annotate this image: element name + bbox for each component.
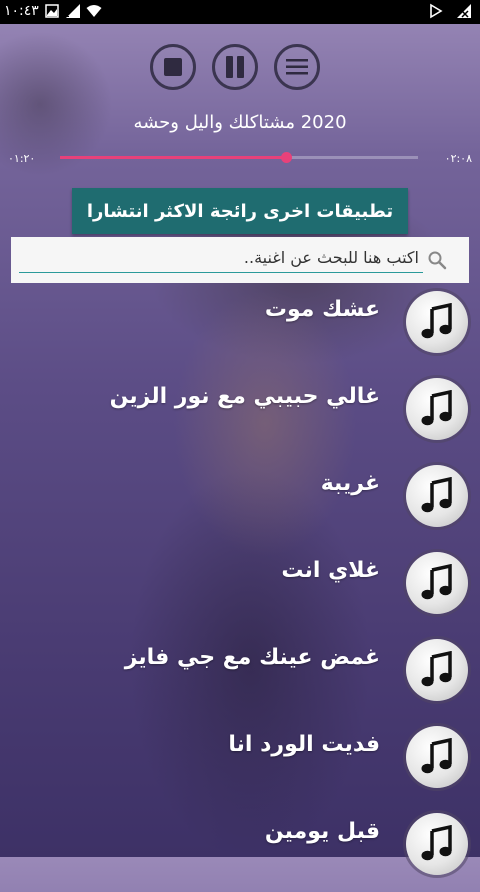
pause-button[interactable]: [212, 44, 258, 90]
song-title: قبل يومين: [264, 819, 380, 844]
song-title: فديت الورد انا: [228, 732, 380, 757]
seek-bar-thumb[interactable]: [280, 152, 292, 163]
music-note-icon: [406, 378, 468, 440]
music-note-icon: [406, 726, 468, 788]
song-list-item[interactable]: فديت الورد انا: [0, 718, 480, 805]
status-time: ١٠:٤٣: [4, 3, 39, 19]
pause-icon: [226, 56, 244, 78]
image-icon: [45, 4, 59, 18]
total-time: ٠٢:٠٨: [444, 152, 472, 165]
song-title: غلاي انت: [281, 558, 380, 583]
song-list: عشك موت غالي حبيبي مع نور الزين غريبة غل…: [0, 283, 480, 892]
song-list-item[interactable]: عشك موت: [0, 283, 480, 370]
elapsed-time: ٠١:٢٠: [8, 152, 36, 165]
search-icon: [428, 251, 447, 270]
other-apps-button[interactable]: تطبيقات اخرى رائجة الاكثر انتشارا: [72, 188, 408, 234]
song-title: عشك موت: [264, 297, 380, 322]
signal-icon: [65, 4, 80, 18]
music-note-icon: [406, 552, 468, 614]
music-note-icon: [406, 291, 468, 353]
song-list-item[interactable]: غالي حبيبي مع نور الزين: [0, 370, 480, 457]
stop-icon: [164, 58, 182, 76]
song-title: غريبة: [320, 471, 380, 496]
search-input[interactable]: [19, 243, 423, 273]
song-list-item[interactable]: غلاي انت: [0, 544, 480, 631]
song-title: غالي حبيبي مع نور الزين: [109, 384, 380, 409]
menu-icon: [286, 59, 308, 75]
song-list-item[interactable]: قبل يومين: [0, 805, 480, 892]
music-note-icon: [406, 465, 468, 527]
seek-bar[interactable]: [60, 152, 418, 163]
song-title: غمض عينك مع جي فايز: [124, 645, 380, 670]
search-bar: [11, 237, 469, 283]
music-note-icon: [406, 639, 468, 701]
stop-button[interactable]: [150, 44, 196, 90]
play-store-icon: [430, 3, 443, 19]
music-note-icon: [406, 813, 468, 875]
player-controls: [150, 44, 320, 90]
now-playing-title: 2020 مشتاكلك واليل وحشه: [133, 112, 347, 133]
seek-bar-progress: [60, 156, 286, 159]
menu-button[interactable]: [274, 44, 320, 90]
song-list-item[interactable]: غريبة: [0, 457, 480, 544]
song-list-item[interactable]: غمض عينك مع جي فايز: [0, 631, 480, 718]
wifi-icon: [86, 5, 102, 17]
status-bar: ١٠:٤٣: [0, 0, 480, 24]
no-sim-icon: [457, 4, 471, 18]
